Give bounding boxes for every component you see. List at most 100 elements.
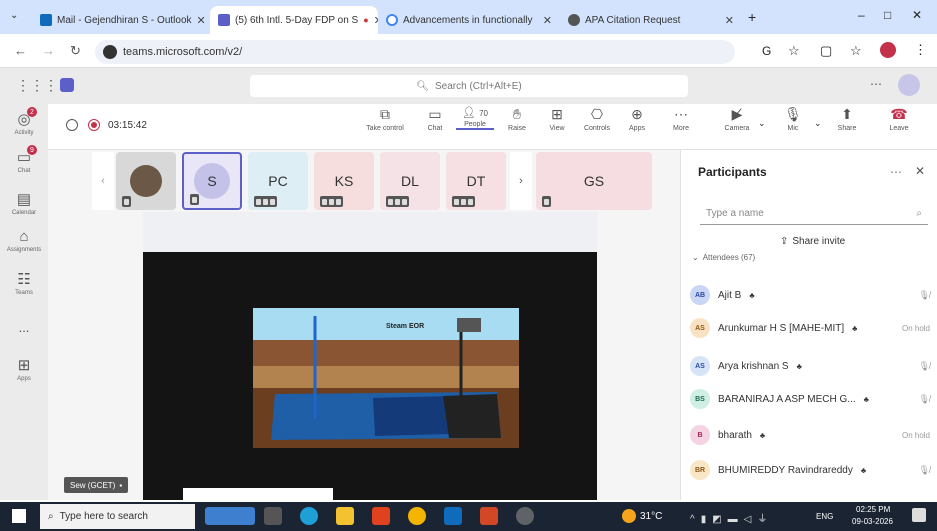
app-launcher-icon[interactable]: ⋮⋮⋮ xyxy=(16,77,58,94)
raise-hand-button[interactable]: ✋︎ Raise xyxy=(498,106,536,132)
presenter-name: Sew (GCET) xyxy=(70,480,116,490)
rail-assignments[interactable]: ⌂ Assignments xyxy=(0,228,48,253)
panel-close-icon[interactable]: ✕ xyxy=(915,164,925,178)
rail-apps[interactable]: ⊞ Apps xyxy=(0,356,48,382)
people-button[interactable]: 👤︎ 70 People xyxy=(456,106,494,130)
camera-options-chevron-icon[interactable]: ⌄ xyxy=(758,118,766,129)
address-bar[interactable]: teams.microsoft.com/v2/ xyxy=(95,40,735,64)
window-close-icon[interactable]: ✕ xyxy=(912,8,922,22)
taskbar-search-input[interactable]: ⌕ Type here to search xyxy=(40,504,195,529)
chrome-profile-icon[interactable] xyxy=(516,507,534,525)
browser-menu-icon[interactable]: ⋮ xyxy=(914,42,927,58)
clock-time[interactable]: 02:25 PM xyxy=(856,505,890,514)
chat-button[interactable]: ▭ Chat xyxy=(416,106,454,132)
powerpoint-icon[interactable] xyxy=(480,507,498,525)
tiles-prev-button[interactable]: ‹ xyxy=(92,152,114,210)
notifications-icon[interactable] xyxy=(912,508,926,522)
attendees-section-header[interactable]: ⌄ Attendees (67) xyxy=(692,253,755,262)
take-control-button[interactable]: ⧉ Take control xyxy=(366,106,404,132)
teams-icon: ☷ xyxy=(17,271,31,288)
participant-search-input[interactable]: Type a name ⌕ xyxy=(700,203,928,225)
more-button[interactable]: ⋯ More xyxy=(662,106,700,132)
clock-date[interactable]: 09-03-2026 xyxy=(852,517,893,526)
rail-chat[interactable]: ▭ 9 Chat xyxy=(0,145,48,174)
close-tab-icon[interactable]: ✕ xyxy=(543,14,552,27)
button-label: Share invite xyxy=(792,236,846,247)
close-tab-icon[interactable]: ✕ xyxy=(725,14,734,27)
button-label: Apps xyxy=(629,125,645,132)
controls-button[interactable]: ⎔ Controls xyxy=(578,106,616,132)
extensions-icon[interactable]: ▢ xyxy=(820,43,832,59)
browser-tab-teams[interactable]: (5) 6th Intl. 5-Day FDP on S ● ✕ xyxy=(210,6,378,34)
rail-more[interactable]: ... xyxy=(0,320,48,335)
participant-row[interactable]: B bharath ♣ On hold xyxy=(690,420,930,450)
view-button[interactable]: ⊞ View xyxy=(538,106,576,132)
language-indicator[interactable]: ENG xyxy=(816,512,833,521)
calendar-icon: ▤ xyxy=(16,191,32,208)
tab-label: Mail - Gejendhiran S - Outlook xyxy=(57,14,192,26)
tab-label: Advancements in functionally xyxy=(403,14,533,26)
participant-tile[interactable]: S xyxy=(182,152,242,210)
file-explorer-icon[interactable] xyxy=(336,507,354,525)
share-invite-button[interactable]: ⇪ Share invite xyxy=(780,236,845,247)
rail-teams[interactable]: ☷ Teams xyxy=(0,270,48,296)
reload-icon[interactable]: ↻ xyxy=(70,43,81,59)
status-icons xyxy=(254,196,277,207)
task-view-icon[interactable] xyxy=(264,507,282,525)
taskbar-widget-icon[interactable] xyxy=(205,507,255,525)
favorites-icon[interactable]: ☆ xyxy=(850,43,862,59)
meeting-info-icon[interactable] xyxy=(66,119,78,131)
weather-temp[interactable]: 31°C xyxy=(640,511,662,522)
participant-tile[interactable]: KS xyxy=(314,152,374,210)
participant-row[interactable]: BS BARANIRAJ A ASP MECH G... ♣ 🎙︎̸ xyxy=(690,384,930,414)
office-icon[interactable] xyxy=(372,507,390,525)
participant-row[interactable]: AS Arya krishnan S ♣ 🎙︎̸ xyxy=(690,351,930,381)
apps-button[interactable]: ⊕ Apps xyxy=(618,106,656,132)
button-label: Controls xyxy=(583,125,611,132)
forward-icon[interactable]: → xyxy=(42,43,55,58)
tiles-next-button[interactable]: › xyxy=(510,152,532,210)
browser-tab-outlook[interactable]: Mail - Gejendhiran S - Outlook ✕ xyxy=(32,6,210,34)
outlook-icon[interactable] xyxy=(444,507,462,525)
share-button[interactable]: ⬆ Share xyxy=(828,106,866,132)
maximize-icon[interactable]: □ xyxy=(884,8,891,22)
minimize-icon[interactable]: – xyxy=(858,8,865,22)
translate-icon[interactable]: G xyxy=(762,44,771,58)
tab-search-chevron-icon[interactable]: ⌄ xyxy=(10,10,18,21)
more-options-icon[interactable]: ⋯ xyxy=(870,77,882,91)
browser-tab-chatgpt[interactable]: APA Citation Request ✕ xyxy=(560,6,742,34)
teams-search-input[interactable]: 🔍︎ Search (Ctrl+Alt+E) xyxy=(250,75,688,97)
chrome-icon[interactable] xyxy=(408,507,426,525)
participant-row[interactable]: BR BHUMIREDDY Ravindrareddy ♣ 🎙︎̸ xyxy=(690,455,930,485)
participant-tile[interactable]: DT xyxy=(446,152,506,210)
rail-calendar[interactable]: ▤ Calendar xyxy=(0,190,48,216)
back-icon[interactable]: ← xyxy=(14,43,27,58)
leave-button[interactable]: ☎ Leave xyxy=(880,106,918,132)
participant-tile[interactable]: DL xyxy=(380,152,440,210)
rail-activity[interactable]: ◎ 2 Activity xyxy=(0,107,48,136)
browser-tab-google[interactable]: Advancements in functionally ✕ xyxy=(378,6,560,34)
system-tray-icons[interactable]: ^▮◩▬◁⏚ xyxy=(690,510,773,525)
shared-screen[interactable]: Steam EOR xyxy=(143,212,597,500)
participant-row[interactable]: AS Arunkumar H S [MAHE-MIT] ♣ On hold xyxy=(690,313,930,343)
mic-options-chevron-icon[interactable]: ⌄ xyxy=(814,118,822,129)
new-tab-icon[interactable]: + xyxy=(748,9,756,25)
presenter-icon: ▪ xyxy=(119,480,123,490)
participant-row[interactable]: AB Ajit B ♣ 🎙︎̸ xyxy=(690,280,930,310)
participant-name: BARANIRAJ A ASP MECH G... xyxy=(718,393,856,405)
mic-button[interactable]: 🎙︎ Mic xyxy=(774,106,812,132)
panel-more-icon[interactable]: ⋯ xyxy=(890,165,902,179)
profile-icon[interactable] xyxy=(880,42,896,58)
bookmark-star-icon[interactable]: ☆ xyxy=(788,43,800,59)
user-avatar[interactable] xyxy=(898,74,920,96)
participant-tile[interactable] xyxy=(116,152,176,210)
search-icon: ⌕ xyxy=(916,208,922,219)
participant-tile[interactable]: GS xyxy=(536,152,652,210)
close-tab-icon[interactable]: ✕ xyxy=(197,14,206,27)
participant-tile[interactable]: PC xyxy=(248,152,308,210)
site-info-icon[interactable] xyxy=(103,45,117,59)
edge-icon[interactable] xyxy=(300,507,318,525)
camera-button[interactable]: ▶̸ Camera xyxy=(718,106,756,132)
windows-start-icon[interactable] xyxy=(12,509,26,523)
status-icons xyxy=(542,196,551,207)
